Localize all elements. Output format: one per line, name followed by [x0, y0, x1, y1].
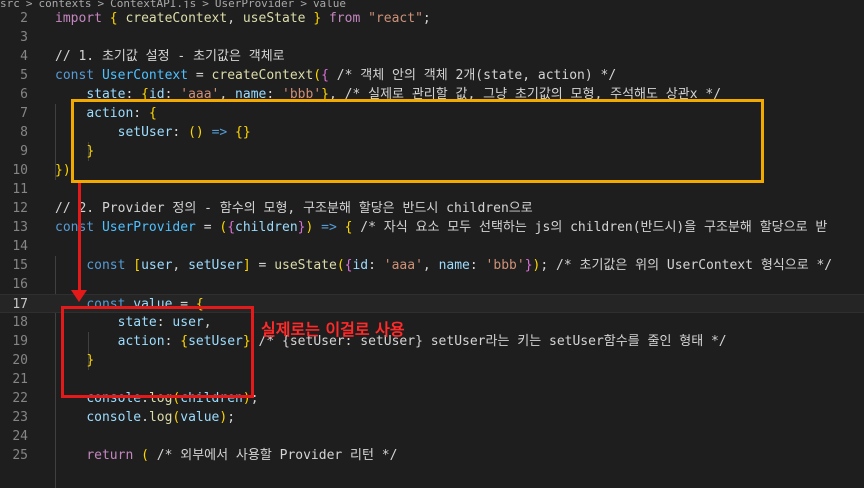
- code-text: }): [55, 163, 71, 178]
- breadcrumb-separator: >: [97, 0, 105, 8]
- highlight-box-context-shape: [71, 99, 764, 183]
- line-number: 10: [12, 163, 28, 178]
- line-number: 21: [12, 372, 28, 387]
- line-number: 13: [12, 220, 28, 235]
- line-number: 24: [12, 429, 28, 444]
- code-line[interactable]: 4 // 1. 초기값 설정 - 초기값은 객체로: [0, 47, 864, 66]
- breadcrumb-item[interactable]: contexts: [39, 0, 92, 8]
- code-line[interactable]: 5 const UserContext = createContext({ /* …: [0, 66, 864, 85]
- breadcrumb-separator: >: [202, 0, 209, 8]
- breadcrumb-item[interactable]: UserProvider: [215, 0, 294, 8]
- code-text: const UserContext = createContext({ /* 객…: [55, 68, 617, 83]
- code-text: console.log(value);: [86, 410, 236, 425]
- line-number: 5: [20, 68, 28, 83]
- code-line[interactable]: 3: [0, 28, 864, 47]
- line-number: 4: [20, 49, 28, 64]
- code-line[interactable]: 14: [0, 237, 864, 256]
- code-text: import { createContext, useState } from …: [55, 11, 431, 26]
- code-line[interactable]: 15 const [user, setUser] = useState({id:…: [0, 256, 864, 275]
- code-line[interactable]: 12 // 2. Provider 정의 - 함수의 모형, 구조분해 할당은 반…: [0, 199, 864, 218]
- line-number: 8: [20, 125, 28, 140]
- arrow-shaft: [78, 183, 81, 293]
- line-number: 3: [20, 30, 28, 45]
- code-text: const UserProvider = ({children}) => { /…: [55, 220, 828, 235]
- line-number: 18: [12, 315, 28, 330]
- code-text: // 2. Provider 정의 - 함수의 모형, 구조분해 할당은 반드시…: [55, 201, 533, 216]
- breadcrumb-separator: >: [25, 0, 33, 8]
- line-number: 17: [12, 297, 28, 312]
- breadcrumb-item[interactable]: value: [313, 0, 346, 8]
- breadcrumb: src > contexts > ContextAPI.js > UserProvider >…: [0, 0, 864, 8]
- line-number: 23: [12, 410, 28, 425]
- annotation-label: 실제로는 이걸로 사용: [261, 320, 405, 339]
- code-text: const [user, setUser] = useState({id: 'a…: [86, 258, 833, 273]
- breadcrumb-separator: >: [300, 0, 307, 8]
- code-line[interactable]: 13 const UserProvider = ({children}) => {…: [0, 218, 864, 237]
- breadcrumb-item[interactable]: src: [0, 0, 20, 8]
- code-line[interactable]: 24: [0, 427, 864, 446]
- line-number: 9: [20, 144, 28, 159]
- code-line[interactable]: 23 console.log(value);: [0, 408, 864, 427]
- line-number: 14: [12, 239, 28, 254]
- line-number: 25: [12, 448, 28, 463]
- code-line[interactable]: 25 return ( /* 외부에서 사용할 Provider 리턴 */: [0, 446, 864, 465]
- line-number: 11: [12, 182, 28, 197]
- line-number: 15: [12, 258, 28, 273]
- arrow-down-icon: [71, 290, 87, 302]
- breadcrumb-item[interactable]: ContextAPI.js: [110, 0, 196, 8]
- line-number: 6: [20, 87, 28, 102]
- line-number: 16: [12, 277, 28, 292]
- line-number: 7: [20, 106, 28, 121]
- code-line[interactable]: 16: [0, 275, 864, 294]
- highlight-box-provider-value: [61, 306, 254, 398]
- code-line[interactable]: 2 import { createContext, useState } from…: [0, 9, 864, 28]
- line-number: 20: [12, 353, 28, 368]
- code-text: return ( /* 외부에서 사용할 Provider 리턴 */: [86, 448, 398, 463]
- line-number: 12: [12, 201, 28, 216]
- line-number: 22: [12, 391, 28, 406]
- code-editor[interactable]: 2 import { createContext, useState } from…: [0, 9, 864, 488]
- line-number: 19: [12, 334, 28, 349]
- line-number: 2: [20, 11, 28, 26]
- code-text: // 1. 초기값 설정 - 초기값은 객체로: [55, 49, 285, 64]
